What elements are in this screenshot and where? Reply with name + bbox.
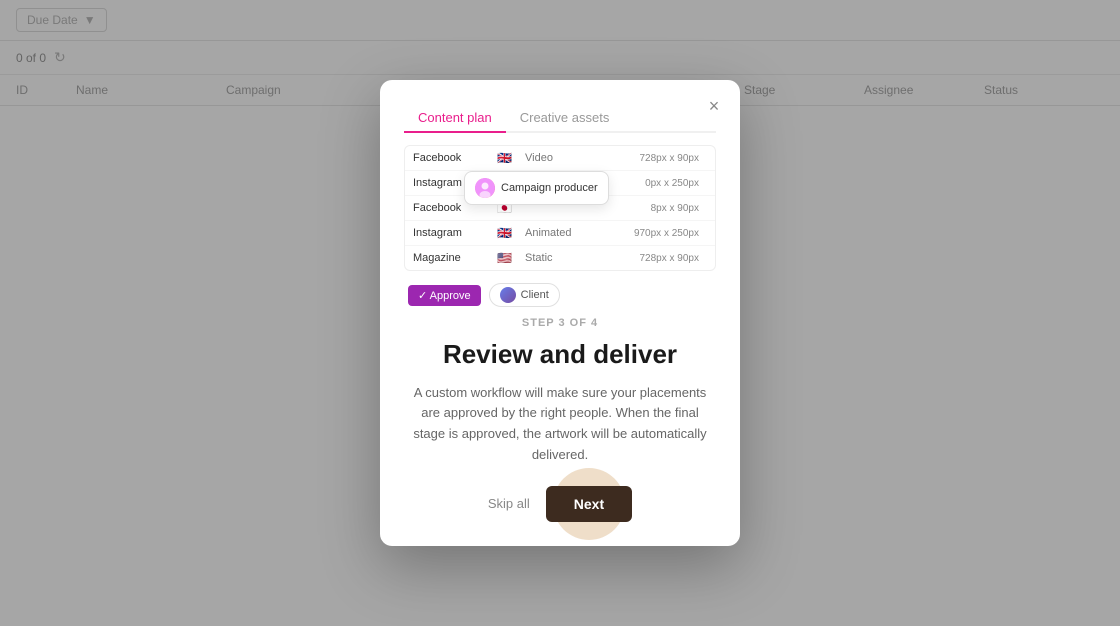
campaign-tooltip-text: Campaign producer [501, 182, 598, 194]
table-row: Facebook 🇬🇧 Video 728px x 90px [405, 146, 715, 171]
modal-description: A custom workflow will make sure your pl… [404, 383, 716, 466]
preview-area: Facebook 🇬🇧 Video 728px x 90px Instagram… [404, 145, 716, 271]
campaign-tooltip: Campaign producer [464, 171, 609, 205]
table-row: Instagram 🇬🇧 Animated 970px x 250px [405, 221, 715, 246]
step-indicator: STEP 3 OF 4 [404, 317, 716, 329]
modal-overlay: × Content plan Creative assets Facebook … [0, 0, 1120, 626]
tab-content-plan[interactable]: Content plan [404, 104, 506, 133]
tab-creative-assets[interactable]: Creative assets [506, 104, 624, 133]
client-avatar [500, 287, 516, 303]
close-icon: × [709, 96, 720, 117]
table-row: Magazine 🇺🇸 Static 728px x 90px [405, 246, 715, 270]
modal-footer: Skip all Next [404, 486, 716, 522]
close-button[interactable]: × [702, 94, 726, 118]
client-badge: Client [489, 283, 560, 307]
modal-tabs: Content plan Creative assets [404, 104, 716, 133]
modal-title: Review and deliver [404, 339, 716, 370]
next-button[interactable]: Next [546, 486, 632, 522]
action-row: ✓ Approve Client [404, 283, 716, 307]
preview-table: Facebook 🇬🇧 Video 728px x 90px Instagram… [404, 145, 716, 271]
skip-all-button[interactable]: Skip all [488, 496, 530, 511]
next-button-wrapper: Next [546, 486, 632, 522]
campaign-avatar [475, 178, 495, 198]
approve-button[interactable]: ✓ Approve [408, 285, 481, 306]
onboarding-modal: × Content plan Creative assets Facebook … [380, 80, 740, 545]
